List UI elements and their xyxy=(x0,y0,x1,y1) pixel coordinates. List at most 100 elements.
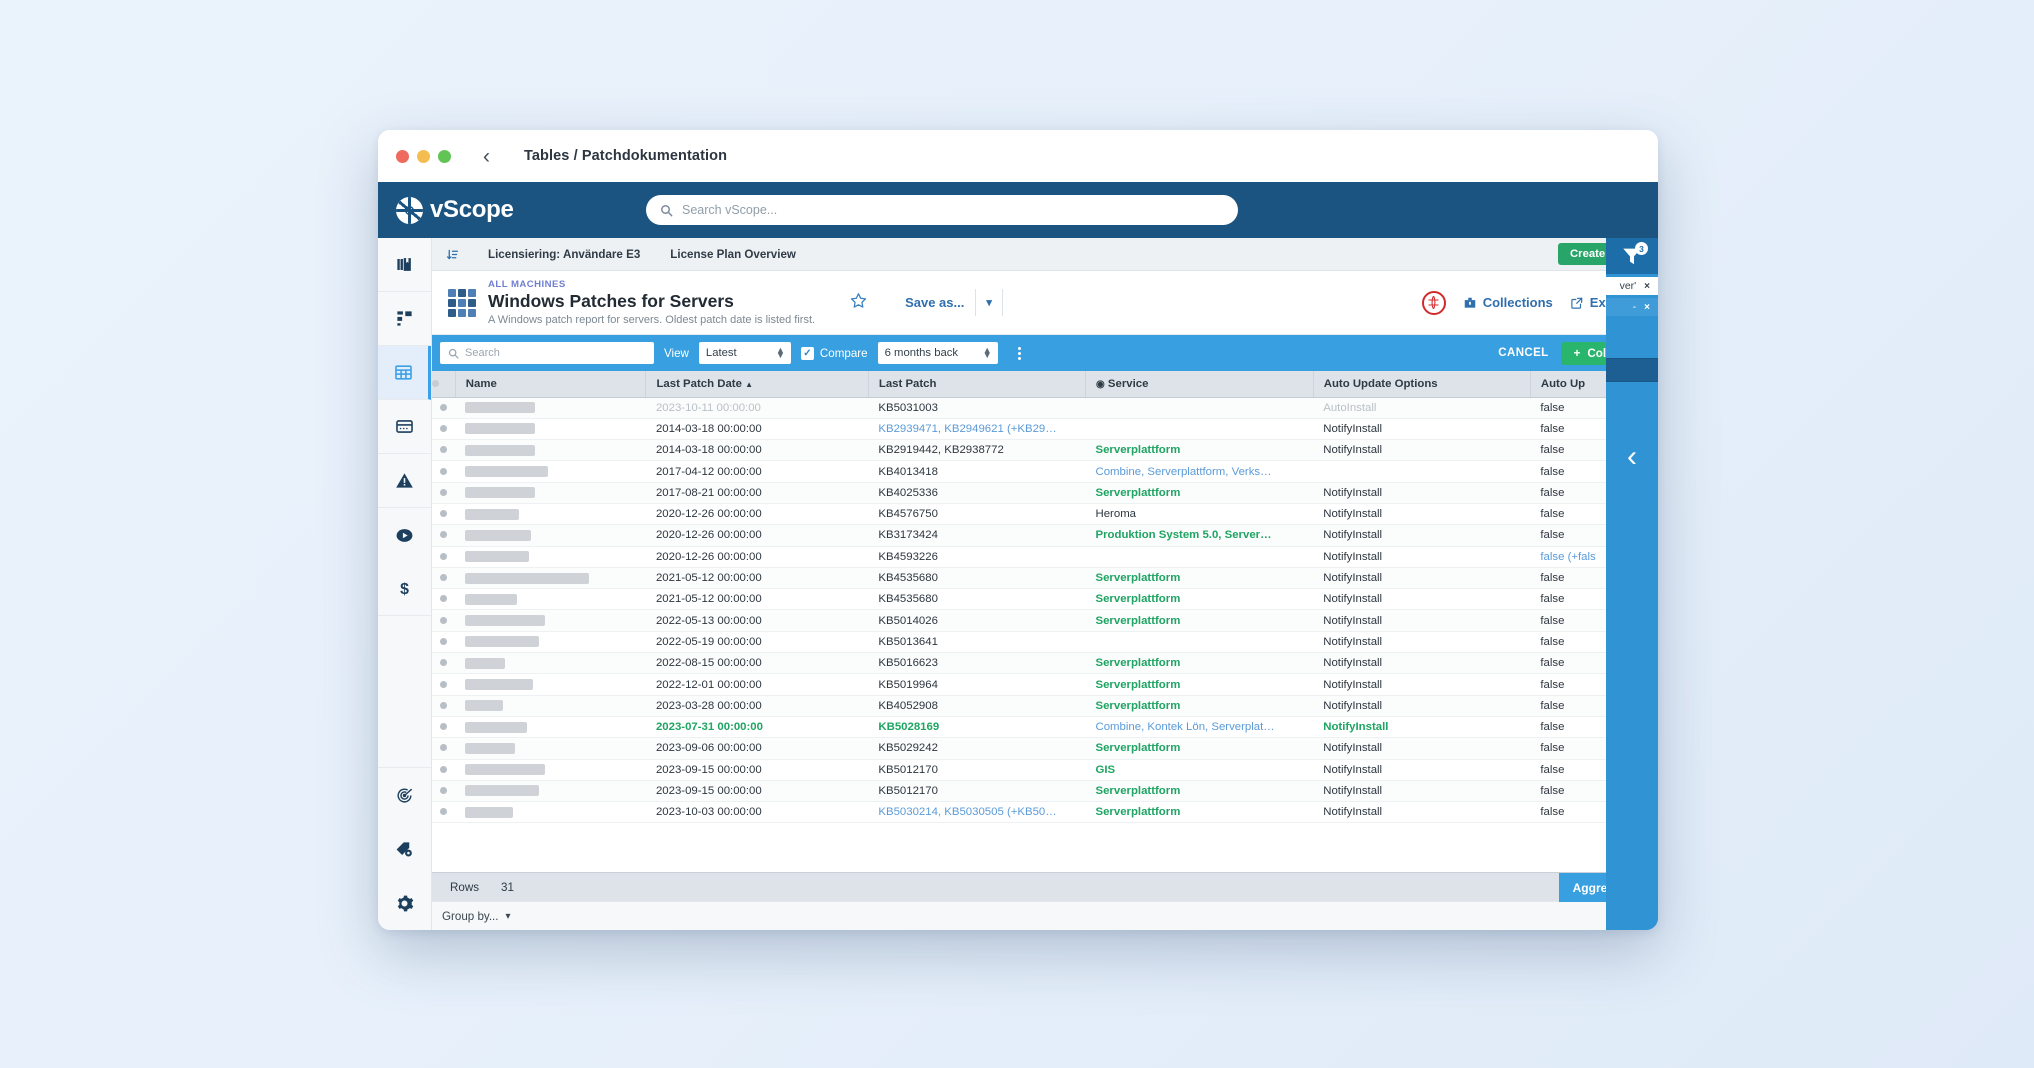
row-select-cell[interactable] xyxy=(432,801,456,824)
chevron-down-icon[interactable]: ▾ xyxy=(975,289,1003,316)
cell-patch[interactable]: KB4052908 xyxy=(868,695,1086,717)
row-select-cell[interactable] xyxy=(432,609,456,632)
cell-name[interactable] xyxy=(455,588,646,611)
cell-auto[interactable]: NotifyInstall xyxy=(1313,695,1531,717)
cell-name[interactable] xyxy=(455,439,646,462)
cell-service[interactable]: Serverplattform xyxy=(1085,652,1314,675)
cell-name[interactable] xyxy=(455,737,646,760)
table-row[interactable]: 2022-12-01 00:00:00 KB5019964 Serverplattf… xyxy=(432,673,1658,696)
cell-date[interactable]: 2021-05-12 00:00:00 xyxy=(645,588,869,611)
column-header-last-patch[interactable]: Last Patch xyxy=(868,371,1087,398)
cell-auto[interactable]: NotifyInstall xyxy=(1313,524,1531,547)
cell-date[interactable]: 2014-03-18 00:00:00 xyxy=(645,439,869,462)
cell-name[interactable] xyxy=(455,567,646,590)
cell-auto[interactable]: NotifyInstall xyxy=(1313,482,1531,504)
cell-date[interactable]: 2022-05-19 00:00:00 xyxy=(645,631,869,654)
cell-service[interactable]: Serverplattform xyxy=(1085,801,1314,824)
cell-date[interactable]: 2023-07-31 00:00:00 xyxy=(645,716,869,739)
cell-service[interactable]: Combine, Kontek Lön, Serverplat… xyxy=(1085,716,1314,739)
row-select-cell[interactable] xyxy=(432,546,456,568)
close-icon[interactable]: × xyxy=(1644,302,1650,313)
filter-field[interactable] xyxy=(1606,358,1658,382)
cell-name[interactable] xyxy=(455,524,646,547)
sidebar-item-discovery[interactable] xyxy=(378,768,431,822)
cell-auto[interactable]: NotifyInstall xyxy=(1313,759,1531,781)
cell-service[interactable]: Serverplattform xyxy=(1085,673,1314,696)
table-row[interactable]: 2014-03-18 00:00:00 KB2919442, KB2938772 S… xyxy=(432,439,1658,462)
cell-patch[interactable]: KB2919442, KB2938772 xyxy=(868,439,1086,462)
cell-patch[interactable]: KB4535680 xyxy=(868,567,1086,590)
filter-panel-header[interactable]: 3 xyxy=(1606,238,1658,274)
close-window-button[interactable] xyxy=(396,149,409,163)
table-row[interactable]: 2017-04-12 00:00:00 KB4013418 Combine, Ser… xyxy=(432,460,1658,483)
row-select-cell[interactable] xyxy=(432,737,456,760)
global-search-input[interactable]: Search vScope... xyxy=(646,195,1238,225)
cell-patch[interactable]: KB5016623 xyxy=(868,652,1086,675)
filter-chip-2[interactable]: - × xyxy=(1606,298,1658,316)
row-select-cell[interactable] xyxy=(432,460,456,483)
sidebar-item-costs[interactable]: $ xyxy=(378,562,431,616)
search-input[interactable]: Search xyxy=(440,342,654,364)
row-select-cell[interactable] xyxy=(432,418,456,441)
cell-name[interactable] xyxy=(455,673,646,696)
tab-licensiering[interactable]: Licensiering: Användare E3 xyxy=(473,238,655,271)
cell-auto[interactable]: NotifyInstall xyxy=(1313,418,1531,441)
cell-patch[interactable]: KB4576750 xyxy=(868,503,1086,526)
cancel-button[interactable]: CANCEL xyxy=(1498,347,1548,359)
row-select-cell[interactable] xyxy=(432,716,456,739)
cell-auto[interactable]: NotifyInstall xyxy=(1313,546,1531,568)
table-row[interactable]: 2021-05-12 00:00:00 KB4535680 Serverplattf… xyxy=(432,567,1658,590)
column-header-last-patch-date[interactable]: Last Patch Date ▲ xyxy=(645,371,869,398)
cell-patch[interactable]: KB4025336 xyxy=(868,482,1086,504)
cell-patch[interactable]: KB5012170 xyxy=(868,759,1086,781)
table-row[interactable]: 2022-05-19 00:00:00 KB5013641 NotifyInstal… xyxy=(432,631,1658,654)
cell-service[interactable]: Serverplattform xyxy=(1085,780,1314,803)
cell-name[interactable] xyxy=(455,780,646,803)
back-chevron-icon[interactable]: ‹ xyxy=(483,146,490,167)
table-row[interactable]: 2021-05-12 00:00:00 KB4535680 Serverplattf… xyxy=(432,588,1658,611)
cell-patch[interactable]: KB5014026 xyxy=(868,609,1086,632)
table-row[interactable]: 2023-10-11 00:00:00 KB5031003 AutoInstall f… xyxy=(432,397,1658,419)
filter-chip-1[interactable]: ver' × xyxy=(1606,277,1658,295)
row-select-cell[interactable] xyxy=(432,524,456,547)
row-select-cell[interactable] xyxy=(432,631,456,654)
row-select-cell[interactable] xyxy=(432,503,456,526)
cell-patch[interactable]: KB5029242 xyxy=(868,737,1086,760)
cell-date[interactable]: 2022-12-01 00:00:00 xyxy=(645,673,869,696)
cell-auto[interactable]: NotifyInstall xyxy=(1313,439,1531,462)
cell-service[interactable] xyxy=(1085,631,1314,654)
cell-service[interactable]: Serverplattform xyxy=(1085,482,1314,504)
cell-date[interactable]: 2020-12-26 00:00:00 xyxy=(645,546,869,568)
cell-patch[interactable]: KB5030214, KB5030505 (+KB50… xyxy=(868,801,1086,824)
cell-date[interactable]: 2017-08-21 00:00:00 xyxy=(645,482,869,504)
cell-patch[interactable]: KB2939471, KB2949621 (+KB29… xyxy=(868,418,1086,441)
row-select-cell[interactable] xyxy=(432,695,456,717)
window-controls[interactable] xyxy=(396,149,451,163)
row-select-cell[interactable] xyxy=(432,588,456,611)
tab-license-plan-overview[interactable]: License Plan Overview xyxy=(655,238,811,271)
table-row[interactable]: 2020-12-26 00:00:00 KB4593226 NotifyInstal… xyxy=(432,546,1658,568)
cell-auto[interactable]: NotifyInstall xyxy=(1313,631,1531,654)
cell-patch[interactable]: KB5013641 xyxy=(868,631,1086,654)
save-as-button[interactable]: Save as... xyxy=(894,289,975,316)
row-select-cell[interactable] xyxy=(432,652,456,675)
cell-auto[interactable]: NotifyInstall xyxy=(1313,652,1531,675)
row-select-cell[interactable] xyxy=(432,759,456,781)
cell-patch[interactable]: KB5019964 xyxy=(868,673,1086,696)
cell-name[interactable] xyxy=(455,546,646,568)
table-row[interactable]: 2023-03-28 00:00:00 KB4052908 Serverplattf… xyxy=(432,695,1658,717)
row-select-cell[interactable] xyxy=(432,567,456,590)
cell-date[interactable]: 2023-09-15 00:00:00 xyxy=(645,780,869,803)
row-select-cell[interactable] xyxy=(432,673,456,696)
cell-auto[interactable]: NotifyInstall xyxy=(1313,801,1531,824)
cell-auto[interactable]: NotifyInstall xyxy=(1313,673,1531,696)
cell-date[interactable]: 2023-03-28 00:00:00 xyxy=(645,695,869,717)
table-row[interactable]: 2022-08-15 00:00:00 KB5016623 Serverplattf… xyxy=(432,652,1658,675)
cell-auto[interactable]: NotifyInstall xyxy=(1313,567,1531,590)
cell-date[interactable]: 2023-10-03 00:00:00 xyxy=(645,801,869,824)
cell-auto[interactable]: NotifyInstall xyxy=(1313,737,1531,760)
column-header-auto-update-options[interactable]: Auto Update Options xyxy=(1313,371,1531,398)
table-row[interactable]: 2023-09-15 00:00:00 KB5012170 GIS NotifyIns… xyxy=(432,759,1658,781)
sidebar-item-dashboards[interactable] xyxy=(378,292,431,346)
cell-auto[interactable]: NotifyInstall xyxy=(1313,780,1531,803)
